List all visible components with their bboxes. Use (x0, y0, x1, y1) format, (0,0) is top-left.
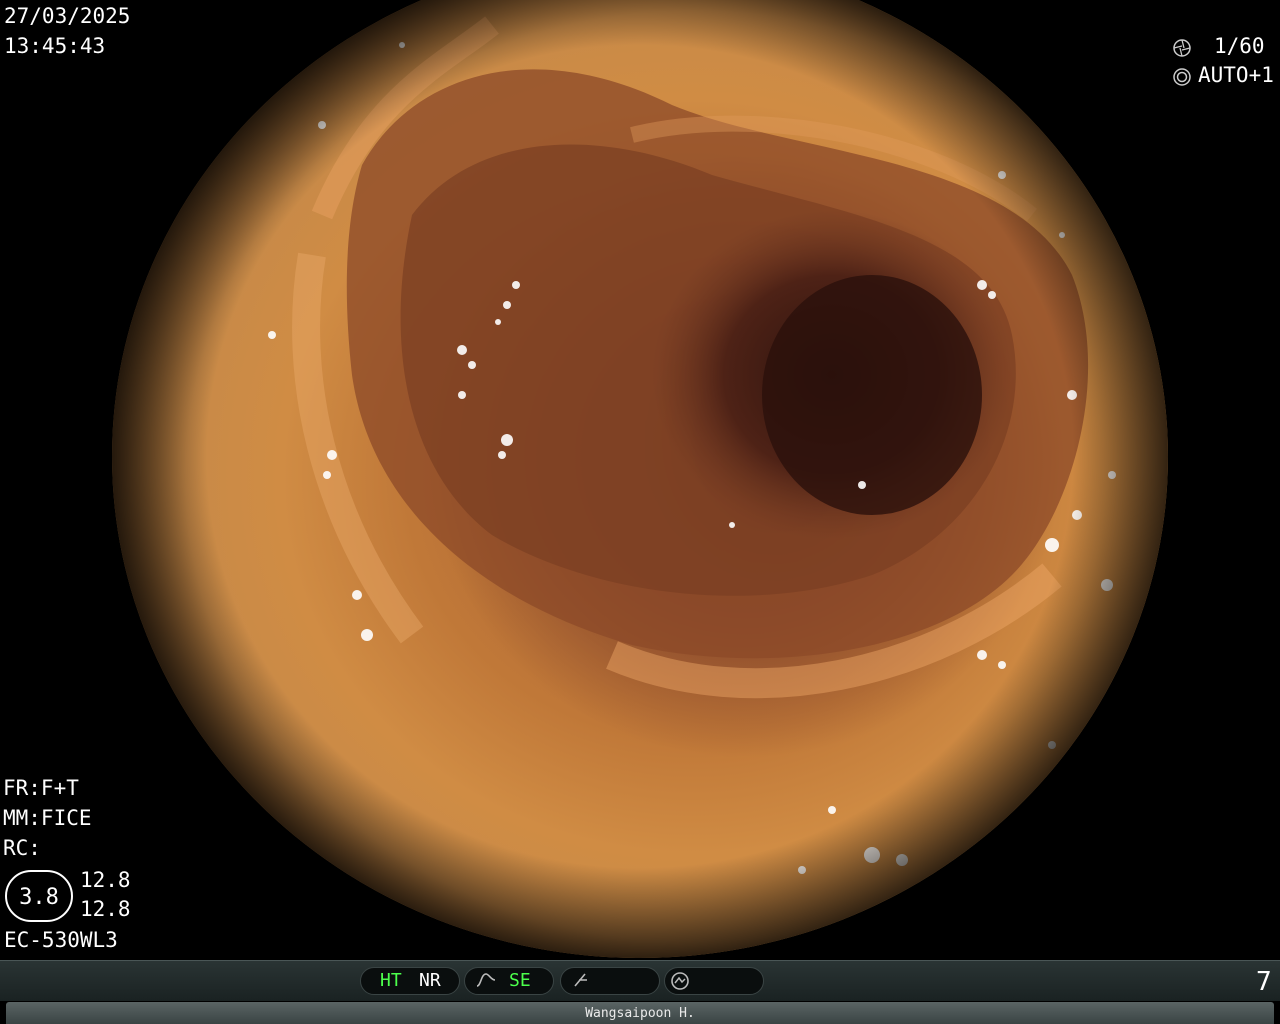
status-bar: HT NR SE 7 (0, 960, 1280, 1001)
aperture-icon (1172, 38, 1192, 62)
value-b: 12.8 (80, 897, 131, 921)
se-label: SE (509, 970, 531, 991)
colon-lumen-image (112, 0, 1168, 958)
mode-setting: MM:FICE (3, 806, 92, 830)
se-indicator: SE (464, 967, 554, 995)
rc-setting: RC: (3, 836, 41, 860)
ht-nr-indicator: HT NR (360, 967, 460, 995)
frame-rate-setting: FR:F+T (3, 776, 79, 800)
endoscopy-screen: 27/03/2025 13:45:43 1/60 AUTO+1 FR:F+T M… (0, 0, 1280, 1024)
operator-bar: Wangsaipoon H. (6, 1002, 1274, 1024)
zoom-indicator: 3.8 (5, 870, 73, 922)
iris-icon (1172, 67, 1192, 91)
slash-indicator (560, 967, 660, 995)
nr-label: NR (419, 970, 441, 991)
time-display: 13:45:43 (4, 34, 106, 58)
zoom-value: 3.8 (19, 885, 59, 910)
ht-label: HT (380, 970, 402, 991)
dial-indicator (664, 967, 764, 995)
operator-name: Wangsaipoon H. (585, 1006, 695, 1021)
endoscope-image (112, 0, 1168, 958)
dial-icon (670, 971, 690, 999)
date-display: 27/03/2025 (4, 4, 131, 28)
scope-model: EC-530WL3 (4, 928, 118, 952)
page-number: 7 (1256, 967, 1272, 997)
iris-mode: AUTO+1 (1198, 63, 1274, 87)
curve-icon (475, 970, 497, 998)
slash-icon (571, 970, 591, 998)
shutter-speed: 1/60 (1214, 34, 1265, 58)
value-a: 12.8 (80, 868, 131, 892)
